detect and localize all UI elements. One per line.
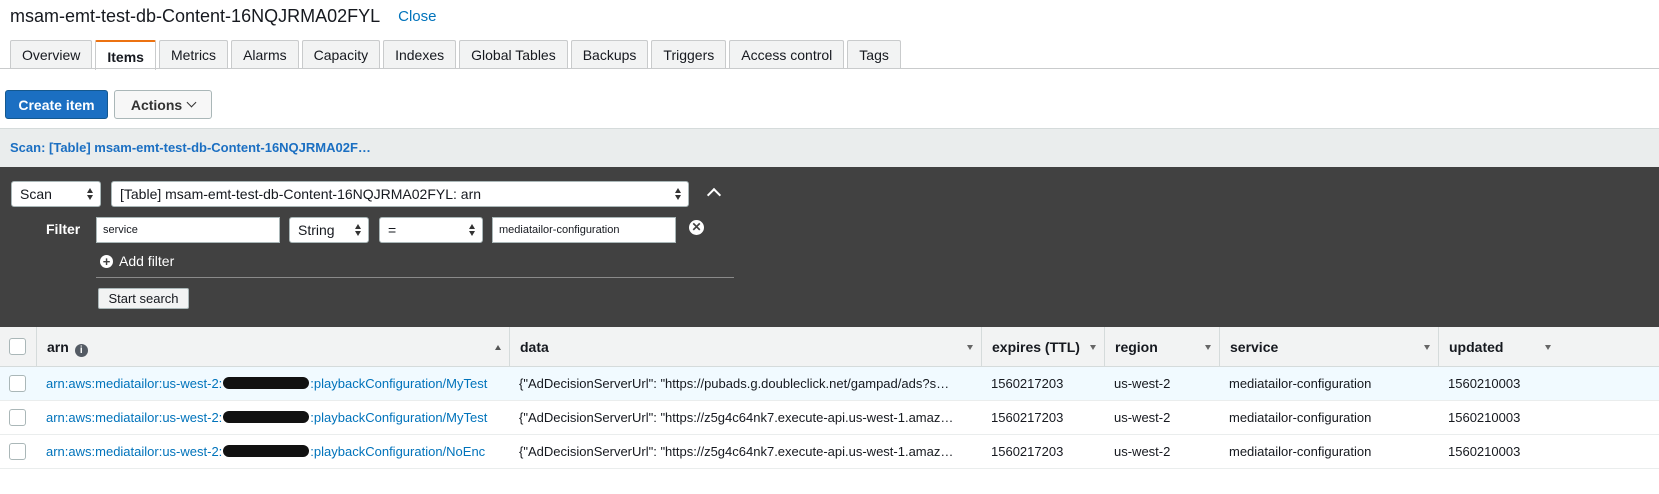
tab-capacity[interactable]: Capacity [301,40,381,69]
select-all-checkbox[interactable] [9,338,26,355]
filter-operator-select[interactable]: = [379,217,483,243]
column-header-service[interactable]: service [1219,327,1438,367]
scan-header-link[interactable]: Scan: [Table] msam-emt-test-db-Content-1… [10,140,371,155]
tabs-divider [0,68,1659,69]
table-row[interactable]: arn:aws:mediatailor:us-west-2::playbackC… [0,401,1659,435]
sort-icon [1545,345,1551,350]
service-cell: mediatailor-configuration [1229,376,1372,391]
redaction-mark [223,445,310,457]
scan-header-bar: Scan: [Table] msam-emt-test-db-Content-1… [0,128,1659,167]
updated-cell: 1560210003 [1448,444,1521,459]
page-header: msam-emt-test-db-Content-16NQJRMA02FYL C… [10,4,436,28]
column-header-updated[interactable]: updated [1438,327,1559,367]
row-checkbox[interactable] [9,375,26,392]
filter-operator-value: = [388,222,397,238]
region-cell: us-west-2 [1114,376,1171,391]
page-title: msam-emt-test-db-Content-16NQJRMA02FYL [10,5,381,26]
row-checkbox[interactable] [9,409,26,426]
plus-circle-icon: + [100,254,113,268]
scan-target-value: [Table] msam-emt-test-db-Content-16NQJRM… [120,186,482,202]
tab-overview[interactable]: Overview [10,40,93,69]
select-arrows-icon [355,223,362,237]
table-row[interactable]: arn:aws:mediatailor:us-west-2::playbackC… [0,367,1659,401]
region-cell: us-west-2 [1114,444,1171,459]
close-link[interactable]: Close [398,8,436,25]
actions-label: Actions [130,96,183,113]
select-arrows-icon [469,223,476,237]
sort-icon [1205,345,1211,350]
column-label: region [1115,339,1158,355]
info-icon[interactable]: i [74,344,88,357]
column-header-expires[interactable]: expires (TTL) [981,327,1104,367]
service-cell: mediatailor-configuration [1229,410,1372,425]
remove-filter-icon[interactable]: ✕ [689,220,704,235]
sort-icon [1424,345,1430,350]
tab-triggers[interactable]: Triggers [651,40,727,69]
updated-cell: 1560210003 [1448,376,1521,391]
tab-alarms[interactable]: Alarms [231,40,299,69]
redaction-mark [223,411,310,423]
arn-link[interactable]: arn:aws:mediatailor:us-west-2::playbackC… [36,367,503,401]
tab-access-control[interactable]: Access control [729,40,845,69]
row-checkbox[interactable] [9,443,26,460]
tab-indexes[interactable]: Indexes [383,40,457,69]
sort-icon [1090,345,1096,350]
data-cell: {"AdDecisionServerUrl": "https://z5g4c64… [519,410,954,425]
tab-tags[interactable]: Tags [847,40,901,69]
chevron-up-icon[interactable] [706,187,722,203]
arn-link[interactable]: arn:aws:mediatailor:us-west-2::playbackC… [36,435,503,469]
data-cell: {"AdDecisionServerUrl": "https://pubads.… [519,376,950,391]
add-filter-button[interactable]: + Add filter [100,253,174,269]
chevron-down-icon [186,97,197,108]
column-header-data[interactable]: data [509,327,981,367]
column-label: service [1230,339,1279,355]
redaction-mark [223,377,310,389]
table-row[interactable]: arn:aws:mediatailor:us-west-2::playbackC… [0,435,1659,469]
table-header: arn i data expires (TTL) region service u… [0,327,1659,367]
tab-items[interactable]: Items [95,40,156,70]
scan-mode-select[interactable]: Scan [11,181,101,207]
tab-bar: Overview Items Metrics Alarms Capacity I… [10,40,904,70]
items-table: arn i data expires (TTL) region service u… [0,327,1659,469]
column-header-arn[interactable]: arn i [36,327,509,367]
data-cell: {"AdDecisionServerUrl": "https://z5g4c64… [519,444,954,459]
filter-value-input[interactable]: mediatailor-configuration [492,217,676,243]
filter-attribute-input[interactable]: service [96,217,280,243]
tab-global-tables[interactable]: Global Tables [459,40,568,69]
sort-asc-icon [495,345,501,350]
panel-divider [96,277,734,278]
select-arrows-icon [87,187,94,201]
select-arrows-icon [675,187,682,201]
scan-mode-value: Scan [20,186,52,202]
region-cell: us-west-2 [1114,410,1171,425]
column-label: data [520,339,549,355]
create-item-button[interactable]: Create item [5,90,108,119]
column-label: expires (TTL) [992,339,1080,355]
tab-backups[interactable]: Backups [570,40,649,69]
service-cell: mediatailor-configuration [1229,444,1372,459]
expires-cell: 1560217203 [991,444,1064,459]
expires-cell: 1560217203 [991,376,1064,391]
add-filter-label: Add filter [119,253,175,269]
start-search-button[interactable]: Start search [98,288,189,309]
scan-panel: Scan [Table] msam-emt-test-db-Content-16… [0,167,1659,327]
column-label: updated [1449,339,1504,355]
sort-icon [967,345,973,350]
column-label: arn [47,339,69,355]
tab-metrics[interactable]: Metrics [158,40,229,69]
updated-cell: 1560210003 [1448,410,1521,425]
filter-type-value: String [298,222,335,238]
arn-link[interactable]: arn:aws:mediatailor:us-west-2::playbackC… [36,401,503,435]
filter-type-select[interactable]: String [289,217,369,243]
expires-cell: 1560217203 [991,410,1064,425]
actions-button[interactable]: Actions [114,90,212,119]
column-header-region[interactable]: region [1104,327,1219,367]
filter-label: Filter [46,221,81,237]
scan-target-select[interactable]: [Table] msam-emt-test-db-Content-16NQJRM… [111,181,689,207]
